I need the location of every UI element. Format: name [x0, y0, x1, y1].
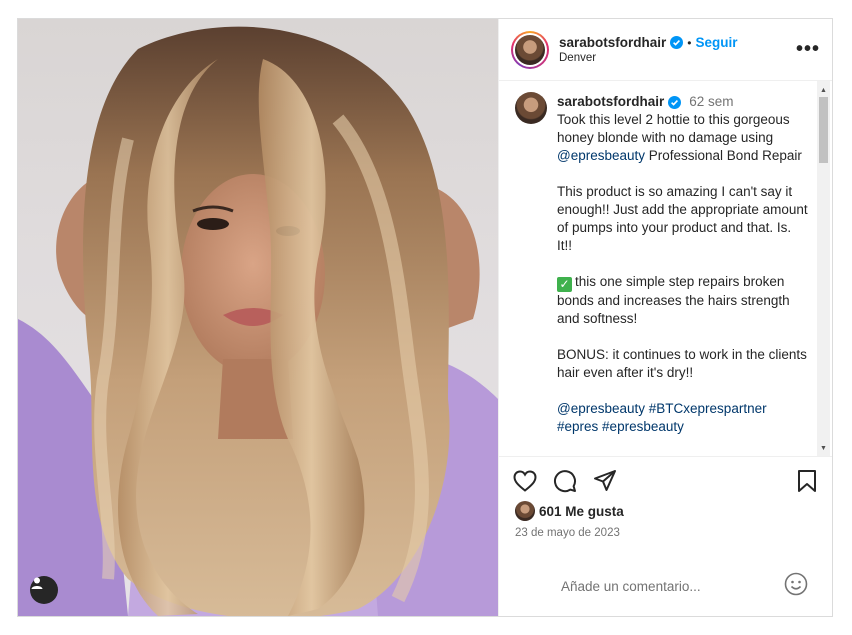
- hashtag-link[interactable]: #epres: [557, 419, 598, 434]
- comments-section: sarabotsfordhair 62 sem Took this level …: [499, 81, 832, 457]
- caption-paragraph-3: ✓ this one simple step repairs broken bon…: [557, 273, 808, 328]
- add-comment-bar: [499, 556, 832, 616]
- mention-link[interactable]: @epresbeauty: [557, 401, 645, 416]
- location-link[interactable]: Denver: [559, 52, 796, 64]
- more-options-button[interactable]: •••: [796, 38, 820, 61]
- caption-paragraph-1: Took this level 2 hottie to this gorgeou…: [557, 111, 808, 165]
- post-header: sarabotsfordhair • Seguir Denver •••: [499, 19, 832, 81]
- emoji-icon: [784, 572, 808, 595]
- emoji-button[interactable]: [784, 572, 808, 601]
- caption-paragraph-4: BONUS: it continues to work in the clien…: [557, 347, 807, 380]
- follow-button[interactable]: Seguir: [695, 35, 737, 50]
- verified-icon: [668, 95, 682, 109]
- bookmark-icon: [798, 470, 816, 492]
- comment-button[interactable]: [553, 469, 577, 493]
- check-mark-emoji-icon: ✓: [557, 277, 572, 292]
- likes-count[interactable]: 601 Me gusta: [539, 504, 624, 519]
- action-bar: [499, 457, 832, 495]
- more-icon: •••: [795, 38, 820, 60]
- caption-text: this one simple step repairs broken bond…: [557, 274, 790, 326]
- scroll-down-arrow-icon[interactable]: ▼: [817, 441, 830, 455]
- hashtag-link[interactable]: #BTCxeprespartner: [649, 401, 767, 416]
- portrait-image: [18, 26, 498, 616]
- post-side-panel: sarabotsfordhair • Seguir Denver ••• sar: [498, 19, 832, 616]
- hashtag-link[interactable]: #epresbeauty: [602, 419, 684, 434]
- save-button[interactable]: [796, 469, 818, 493]
- verified-icon: [670, 36, 684, 49]
- heart-icon: [513, 470, 537, 492]
- avatar[interactable]: [515, 34, 545, 65]
- caption-username[interactable]: sarabotsfordhair: [557, 93, 664, 111]
- post-date[interactable]: 23 de mayo de 2023: [499, 527, 832, 539]
- post-photo[interactable]: [18, 19, 498, 616]
- share-icon: [594, 470, 616, 491]
- story-ring[interactable]: [511, 30, 549, 69]
- user-tag-icon: [31, 577, 43, 589]
- caption-paragraph-2: This product is so amazing I can't say i…: [557, 184, 808, 253]
- likes-row: 601 Me gusta: [499, 495, 832, 525]
- like-button[interactable]: [513, 470, 537, 492]
- post-modal: sarabotsfordhair • Seguir Denver ••• sar: [17, 18, 833, 617]
- comment-icon: [554, 470, 576, 493]
- user-tag-button[interactable]: [30, 576, 58, 604]
- caption: sarabotsfordhair 62 sem Took this level …: [499, 81, 832, 436]
- liker-avatar[interactable]: [515, 501, 535, 521]
- caption-text: Took this level 2 hottie to this gorgeou…: [557, 112, 790, 145]
- caption-avatar[interactable]: [515, 92, 547, 124]
- share-button[interactable]: [593, 469, 617, 493]
- comment-input[interactable]: [559, 577, 784, 595]
- caption-text: Professional Bond Repair: [645, 148, 802, 163]
- header-username[interactable]: sarabotsfordhair: [559, 35, 666, 50]
- separator-dot: •: [687, 35, 692, 50]
- caption-time[interactable]: 62 sem: [689, 93, 733, 111]
- scroll-up-arrow-icon[interactable]: ▲: [817, 83, 830, 97]
- caption-tags: @epresbeauty #BTCxeprespartner #epres #ep…: [557, 400, 808, 436]
- mention-link[interactable]: @epresbeauty: [557, 148, 645, 163]
- comments-scrollbar[interactable]: ▲ ▼: [817, 81, 830, 456]
- scrollbar-thumb[interactable]: [819, 97, 828, 163]
